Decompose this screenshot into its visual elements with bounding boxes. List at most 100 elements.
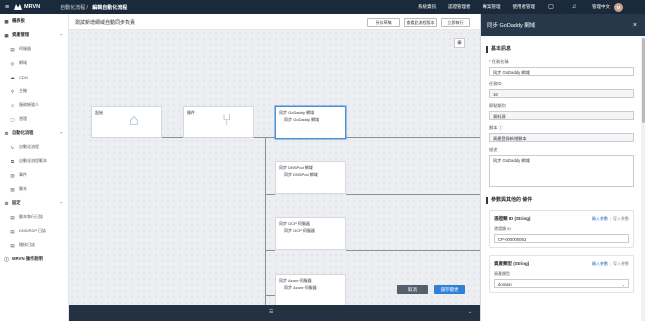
sidebar-item-9[interactable]: ↳ 自動化流程	[0, 140, 68, 154]
asset-type-select[interactable]: domain ⌄	[494, 279, 629, 288]
sidebar-item-label: 事件	[19, 172, 27, 177]
start-node[interactable]: 起始 ⌂	[91, 106, 162, 138]
sidebar-item-label: 腳本	[19, 186, 27, 191]
input-param-link[interactable]: 輸入參數	[592, 261, 608, 266]
sidebar-item-12[interactable]: ▧ 腳本	[0, 182, 68, 196]
field-label: 腳本 ⓘ	[489, 125, 503, 130]
sidebar-item-label: 自動化流程	[19, 144, 39, 149]
workflow-canvas[interactable]: ⊞ 起始 ⌂ 條件 ⑂ 同步 GoDaddy 網域 同步 GoDaddy 網域 …	[69, 30, 480, 305]
sidebar-item-5[interactable]: ⚲ 主機	[0, 84, 68, 98]
connector	[265, 194, 275, 195]
param-card-header: 憑證類 ID (String) 輸入參數 | 導入參數	[494, 214, 629, 223]
fit-view-icon[interactable]: ⊞	[454, 38, 465, 48]
node-subtitle: 同步 GoDaddy 網域	[284, 117, 320, 122]
brand-name: MRVN	[24, 4, 41, 10]
sidebar-item-11[interactable]: ▥ 事件	[0, 168, 68, 182]
run-now-button[interactable]: 立即執行	[441, 18, 470, 27]
collapse-icon[interactable]: ⌄	[468, 309, 472, 315]
view-versions-button[interactable]: 查看此流程版本	[404, 18, 437, 27]
breadcrumb-parent[interactable]: 自動化流程	[60, 5, 85, 11]
globe-icon: ◎	[10, 60, 15, 66]
sidebar-group-17[interactable]: ⓘ MRVN 操作說明	[0, 252, 68, 266]
save-button[interactable]: 儲存變更	[434, 285, 465, 294]
task-name-input[interactable]: 同步 GoDaddy 網域	[489, 67, 634, 76]
task-node-azure[interactable]: 同步 Azure 伺服器 同步 Azure 伺服器	[275, 274, 346, 305]
drag-handle-icon[interactable]: ☰	[269, 309, 273, 315]
sidebar-item-label: 自動化流程	[12, 130, 34, 135]
input-param-link[interactable]: 輸入參數	[592, 216, 608, 221]
param-field-label: 資產類型	[494, 271, 510, 276]
chevron-up-icon[interactable]: ⌃	[60, 33, 63, 38]
field-label: * 任務名稱	[489, 59, 509, 64]
task-node-godaddy[interactable]: 同步 GoDaddy 網域 同步 GoDaddy 網域	[275, 106, 346, 139]
task-node-dnspod[interactable]: 同步 DNSPod 網域 同步 DNSPod 網域	[275, 161, 346, 194]
param-title: 憑證類 ID (String)	[494, 215, 531, 221]
sidebar-item-label: 腳本執行日誌	[19, 214, 43, 219]
node-label: 起始	[95, 110, 103, 115]
top-nav-links: 系統資訊 認證管理者 專案管理 使用者管理	[418, 0, 535, 14]
brand-logo[interactable]: MRVN	[14, 4, 40, 10]
chevron-up-icon[interactable]: ⌃	[60, 131, 63, 136]
connector	[265, 295, 275, 296]
import-param-link[interactable]: 導入參數	[613, 261, 629, 266]
node-settings-panel: 同步 GoDaddy 網域 × 基本訊息 * 任務名稱 同步 GoDaddy 網…	[480, 14, 645, 321]
sidebar-item-label: 設定	[12, 200, 21, 205]
sidebar-item-14[interactable]: ▤ 腳本執行日誌	[0, 210, 68, 224]
sidebar-item-label: 主機	[19, 88, 27, 93]
hamburger-menu-icon[interactable]: ≡	[0, 4, 14, 11]
description-textarea[interactable]: 同步 GoDaddy 網域	[489, 155, 634, 187]
section-title: 參數與其他的 條件	[486, 197, 636, 204]
bottom-console-bar: ☰ ⌄	[69, 305, 480, 321]
dns-log-icon: ▤	[10, 228, 15, 234]
sidebar-group-1[interactable]: ▣ 資產管理 ⌃	[0, 28, 68, 42]
task-node-gcp[interactable]: 同步 GCP 伺服器 同步 GCP 伺服器	[275, 217, 346, 250]
dashboard-icon: ▦	[4, 18, 9, 24]
panel-scrollbar[interactable]	[641, 36, 645, 321]
nav-project-management[interactable]: 專案管理	[483, 4, 501, 10]
sidebar-item-label: 憑證	[19, 116, 27, 121]
cancel-button[interactable]: 取消	[397, 285, 428, 294]
node-title: 同步 GoDaddy 網域	[279, 110, 315, 115]
document-icon[interactable]: ▢	[547, 3, 555, 11]
sidebar-item-label: 資產管理	[12, 32, 30, 37]
sidebar-item-4[interactable]: ☁ CDN	[0, 70, 68, 84]
credential-id-input[interactable]: CP-000000063	[494, 234, 629, 243]
sidebar-item-label: CDN	[19, 74, 28, 80]
nav-user-management[interactable]: 使用者管理	[513, 4, 536, 10]
close-icon[interactable]: ×	[633, 22, 637, 29]
sidebar-group-8[interactable]: ⚙ 自動化流程 ⌃	[0, 126, 68, 140]
user-menu[interactable]: 管理中文 M	[592, 0, 623, 14]
node-subtitle: 同步 GCP 伺服器	[284, 228, 315, 233]
node-subtitle: 同步 DNSPod 網域	[284, 172, 318, 177]
nav-system-info[interactable]: 系統資訊	[418, 4, 436, 10]
connector	[346, 137, 480, 138]
node-title: 同步 DNSPod 網域	[279, 165, 313, 170]
sidebar-group-0[interactable]: ▦ 儀表板	[0, 14, 68, 28]
section-title: 基本訊息	[486, 46, 636, 53]
save-draft-button[interactable]: 另存草稿	[367, 18, 400, 27]
sidebar-item-15[interactable]: ▤ DNS/RDP 日誌	[0, 224, 68, 238]
info-icon[interactable]: ⓘ	[499, 125, 503, 130]
sidebar-item-label: 稽核日誌	[19, 242, 35, 247]
sidebar-item-3[interactable]: ◎ 網域	[0, 56, 68, 70]
import-param-link[interactable]: 導入參數	[613, 216, 629, 221]
node-subtitle: 同步 Azure 伺服器	[284, 285, 317, 290]
sidebar-item-7[interactable]: ▢ 憑證	[0, 112, 68, 126]
branch-icon: ⑂	[222, 112, 232, 129]
sidebar-item-16[interactable]: ▤ 稽核日誌	[0, 238, 68, 252]
bell-icon[interactable]: ♫	[570, 3, 578, 11]
template-icon: ⧉	[10, 158, 15, 164]
nav-auth-managers[interactable]: 認證管理者	[448, 4, 471, 10]
sidebar-item-2[interactable]: ▤ 伺服器	[0, 42, 68, 56]
sidebar-item-label: DNS/RDP 日誌	[19, 228, 47, 233]
sidebar-item-10[interactable]: ⧉ 自動化流程範本	[0, 154, 68, 168]
sidebar-item-label: 儀表板	[12, 18, 25, 23]
branch-node[interactable]: 條件 ⑂	[183, 106, 254, 138]
breadcrumb: 自動化流程 / 編輯自動化流程	[60, 4, 127, 11]
account-icon: ☺	[10, 102, 15, 108]
workflow-editor: 測試新增網域自動同步負責 另存草稿 查看此流程版本 立即執行 ⊞ 起始 ⌂ 條件…	[69, 14, 480, 321]
sidebar-item-6[interactable]: ☺ 服務帳號人	[0, 98, 68, 112]
param-card: 資產類型 (String) 輸入參數 | 導入參數 資產類型 domain ⌄	[489, 255, 634, 293]
chevron-up-icon[interactable]: ⌃	[60, 201, 63, 206]
sidebar-group-13[interactable]: ⚙ 設定 ⌃	[0, 196, 68, 210]
